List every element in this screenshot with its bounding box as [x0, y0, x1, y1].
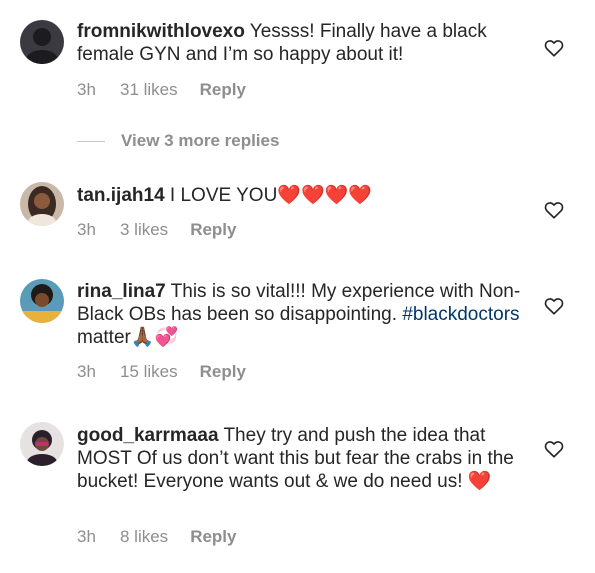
- likes-count[interactable]: 8 likes: [120, 527, 168, 547]
- username[interactable]: rina_lina7: [77, 281, 166, 302]
- likes-count[interactable]: 31 likes: [120, 80, 178, 100]
- comment-meta: 3h 15 likes Reply: [77, 362, 246, 382]
- comment-text: fromnikwithlovexo Yessss! Finally have a…: [77, 20, 532, 66]
- timestamp: 3h: [77, 220, 96, 239]
- view-more-label: View 3 more replies: [121, 131, 280, 150]
- comment-meta: 3h 8 likes Reply: [77, 527, 236, 547]
- comment-body-end: matter: [77, 327, 131, 348]
- reply-button[interactable]: Reply: [200, 362, 246, 382]
- likes-count[interactable]: 3 likes: [120, 220, 168, 240]
- hashtag-link[interactable]: #blackdoctors: [402, 304, 519, 325]
- heart-outline-icon[interactable]: [544, 201, 564, 219]
- heart-outline-icon[interactable]: [544, 440, 564, 458]
- reply-button[interactable]: Reply: [190, 220, 236, 240]
- comment-meta: 3h 3 likes Reply: [77, 220, 236, 240]
- username[interactable]: fromnikwithlovexo: [77, 21, 245, 42]
- avatar[interactable]: [20, 182, 64, 226]
- comment-text: good_karrmaaa They try and push the idea…: [77, 424, 532, 493]
- emoji: 🙏🏾💞: [130, 327, 179, 348]
- username[interactable]: tan.ijah14: [77, 185, 165, 206]
- divider: [77, 140, 105, 142]
- reply-button[interactable]: Reply: [200, 80, 246, 100]
- comment-text: rina_lina7 This is so vital!!! My experi…: [77, 280, 532, 349]
- comment-body: I LOVE YOU: [164, 185, 278, 206]
- timestamp: 3h: [77, 527, 96, 546]
- timestamp: 3h: [77, 362, 96, 381]
- reply-button[interactable]: Reply: [190, 527, 236, 547]
- comment-text: tan.ijah14 I LOVE YOU❤️❤️❤️❤️: [77, 184, 532, 207]
- avatar[interactable]: [20, 279, 64, 323]
- avatar[interactable]: [20, 422, 64, 466]
- heart-emoji: ❤️❤️❤️❤️: [277, 185, 372, 206]
- heart-emoji: ❤️: [467, 471, 492, 492]
- username[interactable]: good_karrmaaa: [77, 425, 219, 446]
- view-more-replies-button[interactable]: View 3 more replies: [77, 129, 279, 153]
- heart-outline-icon[interactable]: [544, 39, 564, 57]
- heart-outline-icon[interactable]: [544, 297, 564, 315]
- likes-count[interactable]: 15 likes: [120, 362, 178, 382]
- avatar[interactable]: [20, 20, 64, 64]
- timestamp: 3h: [77, 80, 96, 99]
- comment-meta: 3h 31 likes Reply: [77, 80, 246, 100]
